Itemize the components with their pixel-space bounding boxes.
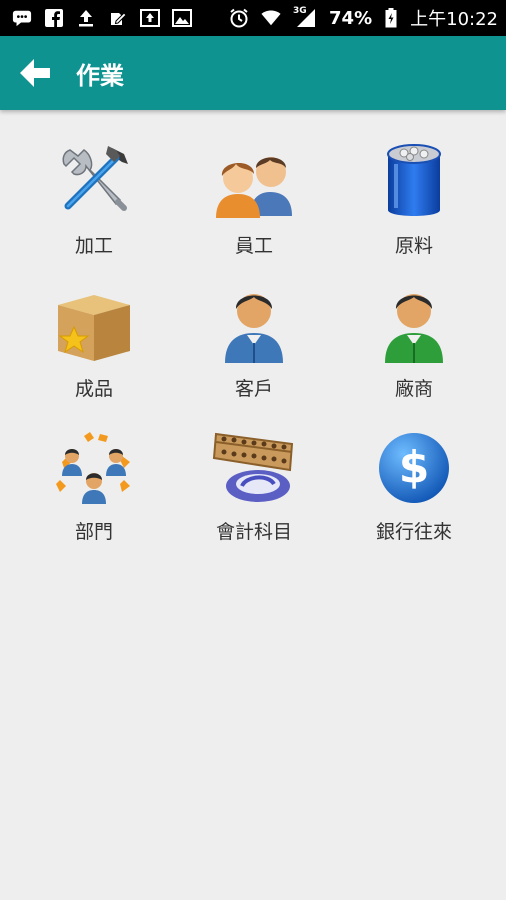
abacus-icon	[212, 426, 296, 510]
app-bar: 作業	[0, 36, 506, 110]
battery-percent: 74%	[329, 7, 373, 29]
signal-icon: 3G	[293, 6, 317, 28]
tile-label: 成品	[74, 378, 113, 400]
back-button[interactable]	[0, 36, 70, 110]
tile-customers[interactable]: 客戶	[174, 283, 334, 426]
dollar-icon: $	[372, 426, 456, 510]
upload-box-icon	[140, 8, 160, 28]
notification-icons	[12, 8, 192, 28]
tile-label: 銀行往來	[375, 521, 452, 543]
tile-accounts[interactable]: 會計科目	[174, 426, 334, 569]
tile-label: 原料	[394, 235, 433, 257]
department-icon	[52, 426, 136, 510]
network-type-label: 3G	[293, 6, 307, 16]
tile-label: 加工	[74, 235, 113, 257]
tile-suppliers[interactable]: 廠商	[334, 283, 494, 426]
tile-label: 會計科目	[215, 521, 292, 543]
image-icon	[172, 8, 192, 28]
wifi-icon	[261, 8, 281, 28]
material-barrel-icon	[372, 140, 456, 224]
page-title: 作業	[76, 61, 124, 90]
tile-employees[interactable]: 員工	[174, 140, 334, 283]
tile-label: 部門	[74, 521, 113, 543]
edit-icon	[108, 8, 128, 28]
facebook-icon	[44, 8, 64, 28]
product-box-icon	[52, 283, 136, 367]
customer-icon	[212, 283, 296, 367]
system-icons: 3G 74% 上午10:22	[229, 5, 498, 31]
tile-label: 員工	[234, 235, 273, 257]
clock: 上午10:22	[410, 9, 498, 30]
svg-text:$: $	[399, 442, 430, 493]
upload-icon	[76, 8, 96, 28]
tile-materials[interactable]: 原料	[334, 140, 494, 283]
battery-icon	[384, 8, 398, 28]
supplier-icon	[372, 283, 456, 367]
tile-label: 客戶	[234, 378, 273, 400]
module-grid: 加工 員工 原料 成品 客戶 廠商 部門 會計科目 $ 銀行往來	[14, 140, 494, 569]
tile-banking[interactable]: $ 銀行往來	[334, 426, 494, 569]
tile-departments[interactable]: 部門	[14, 426, 174, 569]
tools-icon	[52, 140, 136, 224]
arrow-left-icon	[20, 59, 50, 87]
tile-label: 廠商	[394, 378, 433, 400]
message-icon	[12, 8, 32, 28]
tile-processing[interactable]: 加工	[14, 140, 174, 283]
employees-icon	[212, 140, 296, 224]
tile-products[interactable]: 成品	[14, 283, 174, 426]
alarm-icon	[229, 8, 249, 28]
status-bar: 3G 74% 上午10:22	[0, 0, 506, 36]
